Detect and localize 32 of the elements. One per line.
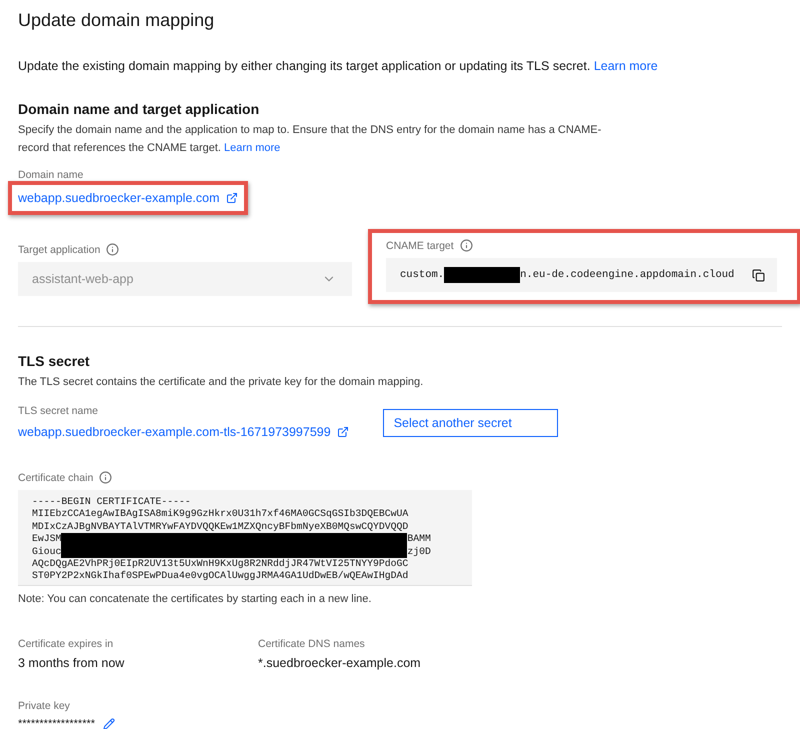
section-description: The TLS secret contains the certificate and the private key for the domain mapping.	[18, 375, 424, 390]
info-icon[interactable]	[106, 243, 120, 256]
secret-link[interactable]: webapp.suedbroecker-example.com-tls-1671973997599	[18, 425, 349, 439]
field-label: TLS secret name	[18, 405, 98, 417]
page-title: Update domain mapping	[18, 10, 216, 31]
domain-link[interactable]: webapp.suedbroecker-example.com	[18, 191, 238, 205]
info-icon[interactable]	[99, 471, 112, 484]
field-label: Certificate DNS names	[258, 638, 365, 650]
section-heading: Domain name and target application	[18, 101, 260, 117]
field-label: Domain name	[18, 169, 84, 181]
field-value: *.suedbroecker-example.com	[258, 656, 422, 670]
copy-icon[interactable]	[752, 268, 766, 282]
field-label: Certificate expires in	[18, 638, 114, 650]
field-label: CNAME target	[386, 240, 454, 252]
section-heading: TLS secret	[18, 353, 91, 369]
note-text: Note: You can concatenate the certificates by starting each in a new line.	[18, 592, 372, 607]
external-link-icon	[226, 192, 238, 204]
field-value: 3 months from now	[18, 656, 126, 670]
field-label: Certificate chain	[18, 472, 94, 484]
info-icon[interactable]	[460, 239, 473, 252]
intro-text: Update the existing domain mapping by either changing its target application or updating its TLS secret. Learn more	[18, 58, 659, 75]
masked-value: ******************	[18, 718, 96, 729]
learn-more-link[interactable]: Learn more	[224, 142, 280, 154]
edit-icon[interactable]	[103, 718, 116, 729]
external-link-icon	[336, 426, 349, 438]
field-label: Target application	[18, 244, 100, 256]
certificate-field[interactable]: -----BEGIN CERTIFICATE----- MIIEbzCCA1egAwIBAgISA8miK9g9GzHkrx0U31h7xf46MA0GCSqGSIb3DQEBCwUA MDIxCzAJBgNVBAYTAlVTMRYwFAYDVQQKEw1MZXQncyBFbmNyeXB0MQswCQYDVQQD EwJSM BAMM Giouc zj0D AQcDQgAE2VhPRj0EIpR2UV13t5UxWnH9KxUg8R2NRddjJR47WtVI25TNYY9PdoGC ST0PY2P2xNGkIhaf0SPEwPDua4e0vgOCAlUwggJRMA4GA1UdDwEB/wQEAwIHgDAd	[18, 490, 472, 586]
section-description: Specify the domain name and the application to map to. Ensure that the DNS entry for the domain name has a CNAME-record that references the CNAME target. Learn more	[18, 123, 602, 156]
learn-more-link[interactable]: Learn more	[594, 59, 658, 73]
select-secret-button[interactable]: Select another secret	[382, 409, 558, 437]
field-label: Private key	[18, 700, 70, 712]
cname-field: custom. n.eu-de.codeengine.appdomain.cloud	[386, 258, 778, 292]
